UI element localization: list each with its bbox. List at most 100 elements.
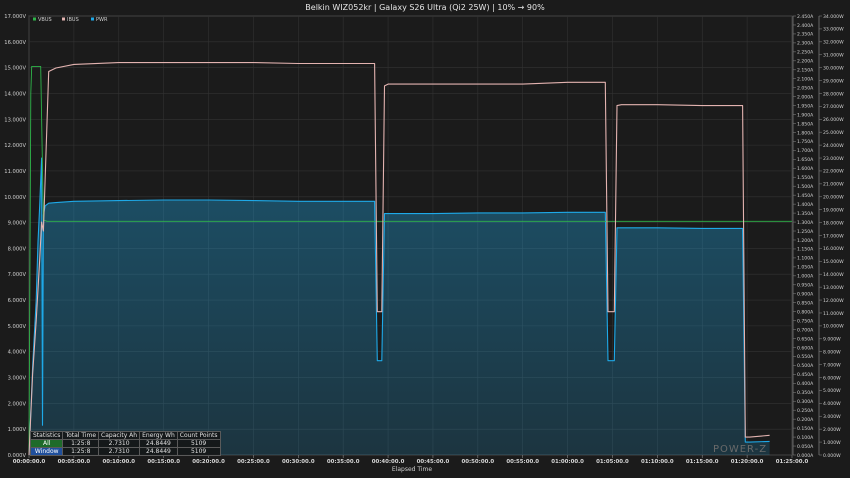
stats-cell: 5109 <box>176 447 221 456</box>
right-tick-label-current: 0.250A <box>797 408 814 414</box>
x-tick-label: 00:40:00.0 <box>372 459 405 465</box>
right-tick-label-current: 1.450A <box>797 193 814 199</box>
right-tick-label-power: 14.000W <box>823 272 844 278</box>
left-tick-label: 1.000V <box>8 427 27 433</box>
right-tick-label-current: 1.500A <box>797 184 814 190</box>
x-tick-label: 00:50:00.0 <box>462 459 495 465</box>
x-tick-label: 00:05:00.0 <box>58 459 91 465</box>
stats-cell: 2.7310 <box>98 447 141 456</box>
right-tick-label-current: 0.500A <box>797 363 814 369</box>
right-tick-label-current: 2.200A <box>797 59 814 65</box>
right-tick-label-power: 2.000W <box>823 427 841 433</box>
right-tick-label-power: 3.000W <box>823 414 841 420</box>
right-tick-label-power: 22.000W <box>823 169 844 175</box>
x-tick-label: 00:55:00.0 <box>506 459 539 465</box>
right-tick-label-power: 32.000W <box>823 40 844 46</box>
right-tick-label-power: 10.000W <box>823 324 844 330</box>
x-tick-label: 00:15:00.0 <box>147 459 180 465</box>
legend-label-pwr: PWR <box>96 17 108 23</box>
left-tick-label: 9.000V <box>8 221 27 227</box>
right-axis-power: 0.000W 1.000W 2.000W 3.000W 4.000W 5.000W 6.00… <box>818 14 844 459</box>
right-tick-label-power: 18.000W <box>823 220 844 226</box>
statistics-table: Statistics Total Time Capacity Ah Energy… <box>29 431 221 456</box>
stats-row-label: All <box>29 439 64 448</box>
x-axis-title: Elapsed Time <box>392 466 432 473</box>
right-tick-label-power: 31.000W <box>823 53 844 59</box>
right-tick-label-current: 2.450A <box>797 14 814 20</box>
left-tick-label: 4.000V <box>8 350 27 356</box>
left-tick-label: 12.000V <box>4 143 26 149</box>
right-tick-label-current: 2.000A <box>797 94 814 100</box>
right-tick-label-power: 25.000W <box>823 130 844 136</box>
right-tick-label-current: 1.100A <box>797 256 814 262</box>
left-tick-label: 7.000V <box>8 272 27 278</box>
right-axis-current: 0.000A 0.050A 0.100A 0.150A 0.200A 0.250A 0.30… <box>792 14 814 459</box>
left-tick-label: 5.000V <box>8 324 27 330</box>
legend: VBUS IBUS PWR <box>33 17 108 23</box>
statistics-row-window: Window 1:25:8 2.7310 24.8449 5109 <box>29 447 221 456</box>
statistics-header-row: Statistics Total Time Capacity Ah Energy… <box>29 431 221 440</box>
left-tick-label: 15.000V <box>4 66 26 72</box>
right-tick-label-current: 1.650A <box>797 157 814 163</box>
right-tick-label-current: 2.050A <box>797 85 814 91</box>
right-tick-label-current: 1.600A <box>797 166 814 172</box>
right-tick-label-current: 1.950A <box>797 103 814 109</box>
right-tick-label-current: 0.000A <box>797 453 814 459</box>
x-tick-label: 01:05:00.0 <box>596 459 629 465</box>
right-tick-label-power: 7.000W <box>823 362 841 368</box>
right-tick-label-current: 0.150A <box>797 426 814 432</box>
right-tick-label-current: 0.900A <box>797 292 814 298</box>
left-tick-label: 10.000V <box>4 195 26 201</box>
right-tick-label-current: 1.550A <box>797 175 814 181</box>
right-tick-label-power: 4.000W <box>823 401 841 407</box>
chart-title: Belkin WIZ052kr | Galaxy S26 Ultra (Qi2 … <box>305 3 545 12</box>
x-tick-label: 00:45:00.0 <box>417 459 450 465</box>
right-tick-label-power: 8.000W <box>823 350 841 356</box>
x-tick-label: 01:10:00.0 <box>641 459 674 465</box>
left-tick-label: 16.000V <box>4 40 26 46</box>
right-tick-label-current: 1.750A <box>797 139 814 145</box>
right-tick-label-current: 0.350A <box>797 390 814 396</box>
left-tick-label: 17.000V <box>4 14 26 20</box>
stats-cell: 24.8449 <box>139 447 178 456</box>
right-tick-label-current: 2.300A <box>797 41 814 47</box>
right-tick-label-power: 29.000W <box>823 78 844 84</box>
stats-cell: 1:25:8 <box>62 439 100 448</box>
right-tick-label-power: 23.000W <box>823 156 844 162</box>
x-tick-label: 01:00:00.0 <box>551 459 584 465</box>
right-tick-label-power: 16.000W <box>823 246 844 252</box>
right-tick-label-power: 15.000W <box>823 259 844 265</box>
stats-header: Total Time <box>62 431 100 440</box>
x-tick-label: 00:00:00.0 <box>13 459 46 465</box>
legend-swatch-ibus <box>62 17 65 21</box>
right-tick-label-current: 0.100A <box>797 435 814 441</box>
right-tick-label-current: 1.900A <box>797 112 814 118</box>
right-tick-label-current: 0.800A <box>797 309 814 315</box>
right-tick-label-power: 19.000W <box>823 207 844 213</box>
x-tick-label: 00:10:00.0 <box>102 459 135 465</box>
right-tick-label-current: 1.250A <box>797 229 814 235</box>
right-tick-label-current: 0.850A <box>797 300 814 306</box>
left-tick-label: 14.000V <box>4 91 26 97</box>
stats-cell: 2.7310 <box>98 439 141 448</box>
right-tick-label-current: 1.700A <box>797 148 814 154</box>
right-tick-label-power: 26.000W <box>823 117 844 123</box>
right-tick-label-current: 1.850A <box>797 121 814 127</box>
stats-header: Energy Wh <box>139 431 178 440</box>
right-tick-label-power: 5.000W <box>823 388 841 394</box>
stats-header: Statistics <box>29 431 64 440</box>
right-tick-label-power: 1.000W <box>823 440 841 446</box>
stats-row-label: Window <box>29 447 64 456</box>
right-tick-label-power: 34.000W <box>823 14 844 20</box>
right-tick-label-current: 0.050A <box>797 444 814 450</box>
x-tick-label: 00:25:00.0 <box>237 459 270 465</box>
right-tick-label-power: 0.000W <box>823 453 841 459</box>
right-tick-label-current: 1.800A <box>797 130 814 136</box>
right-tick-label-power: 9.000W <box>823 337 841 343</box>
stats-header: Count Points <box>176 431 221 440</box>
right-tick-label-current: 0.300A <box>797 399 814 405</box>
right-tick-label-power: 33.000W <box>823 27 844 33</box>
right-tick-label-current: 2.100A <box>797 77 814 83</box>
right-tick-label-power: 28.000W <box>823 91 844 97</box>
stats-header: Capacity Ah <box>98 431 141 440</box>
